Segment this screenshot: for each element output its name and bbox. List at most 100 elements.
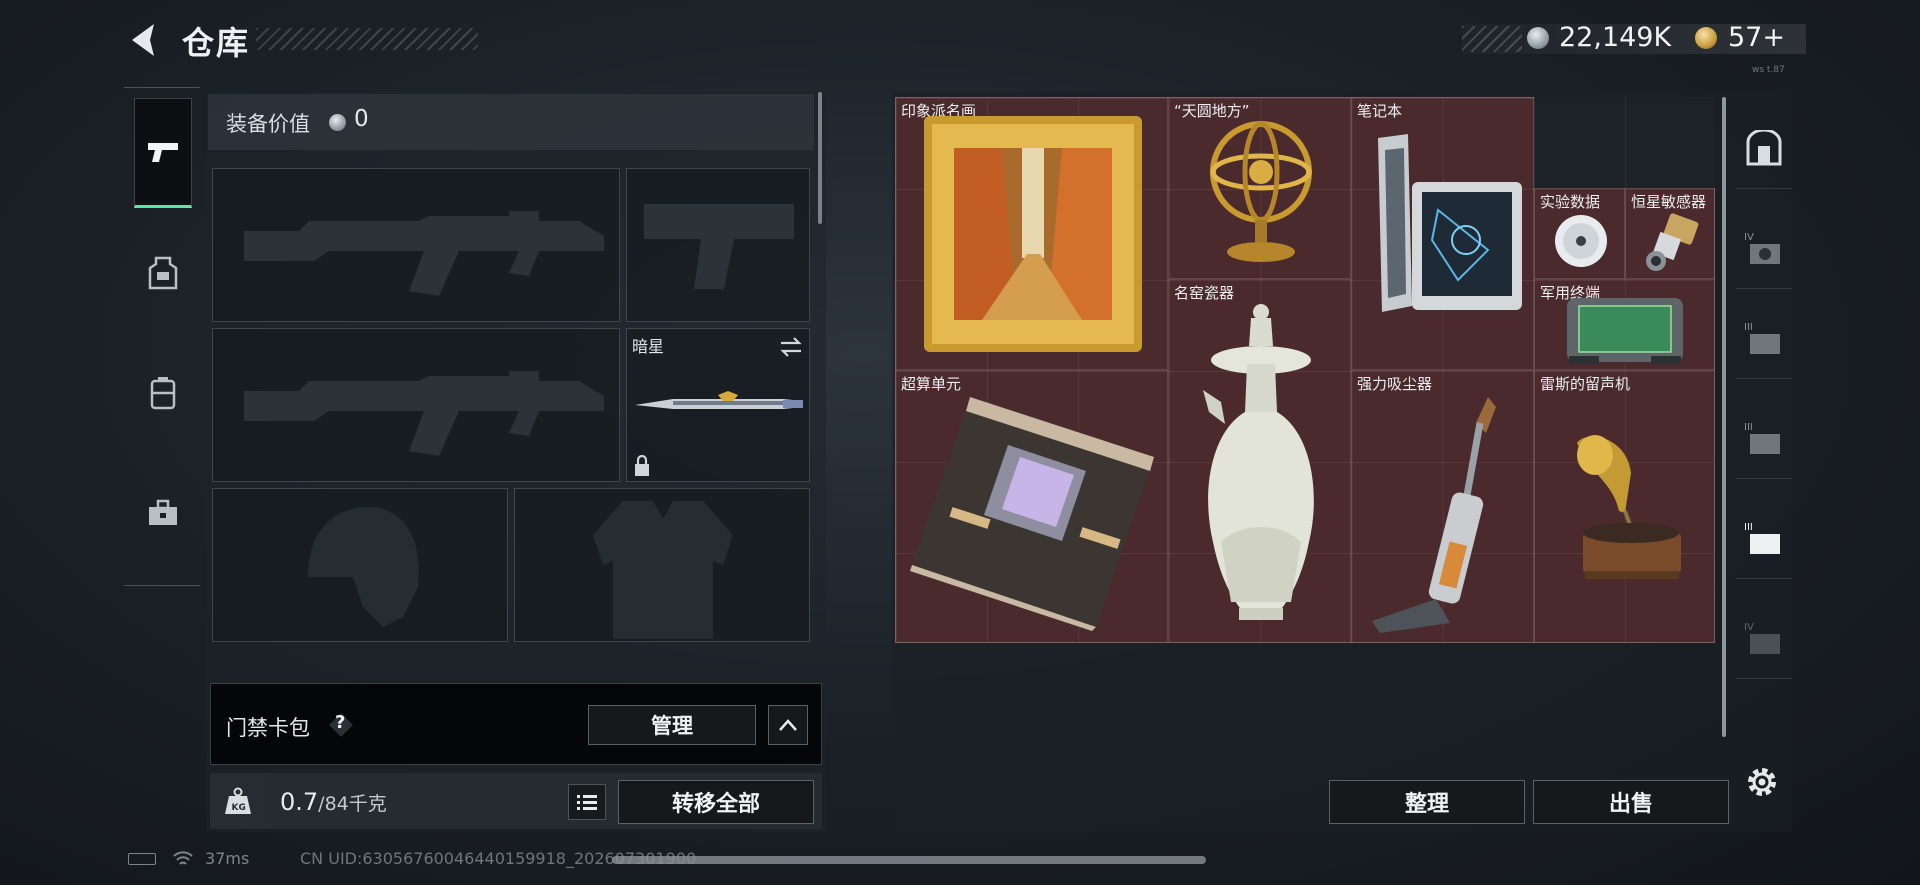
tier-iv-icon: IV <box>1744 622 1780 654</box>
armillary-sphere-icon <box>1210 121 1312 262</box>
vacuum-cleaner-icon <box>1372 397 1496 633</box>
silver-coin-icon <box>1527 27 1549 49</box>
storage-item[interactable]: 恒星敏感器 <box>1625 188 1715 279</box>
wifi-icon <box>173 851 193 865</box>
tab-backpack[interactable] <box>134 338 192 448</box>
item-name: 超算单元 <box>901 375 962 393</box>
carry-weight-current: 0.7 <box>280 788 319 816</box>
painting-icon <box>924 116 1142 352</box>
sidearm-slot[interactable] <box>626 168 810 322</box>
dark-star-knife-icon <box>635 391 803 409</box>
svg-text:III: III <box>1744 522 1753 533</box>
storage-item[interactable]: 实验数据 <box>1534 188 1625 279</box>
backpack-icon <box>150 377 176 410</box>
laptop-icon <box>1378 134 1522 312</box>
equipment-tabs <box>124 87 200 586</box>
melee-name: 暗星 <box>632 337 665 356</box>
sort-button[interactable]: 整理 <box>1329 780 1525 824</box>
empty-cells <box>1534 97 1715 188</box>
pistol-placeholder-icon <box>644 204 794 289</box>
secondary-weapon-slot[interactable] <box>212 328 620 482</box>
list-icon <box>577 795 597 810</box>
storage-filters: IV III III III IV <box>1736 100 1792 720</box>
money-amount: 22,149K <box>1559 22 1672 53</box>
rifle-placeholder-icon <box>244 211 604 296</box>
kg-weight-icon: KG <box>225 787 251 814</box>
toolbox-icon <box>149 499 177 525</box>
disc-icon <box>1555 215 1607 267</box>
transfer-all-button[interactable]: 转移全部 <box>618 780 814 824</box>
svg-text:IV: IV <box>1744 232 1754 243</box>
storage-item[interactable]: “天圆地方” <box>1168 97 1351 279</box>
tier-iii-icon: III <box>1744 422 1780 454</box>
item-name: 强力吸尘器 <box>1357 375 1433 393</box>
chevron-up-icon <box>779 719 797 731</box>
filter-tier-iv[interactable]: IV <box>1736 208 1792 289</box>
tab-toolbox[interactable] <box>134 458 192 568</box>
porcelain-vase-icon <box>1203 304 1314 620</box>
manage-button[interactable]: 管理 <box>588 705 756 745</box>
equipment-value: 0 <box>354 106 369 132</box>
version-text: ws t.87 <box>1752 65 1785 75</box>
gold-token-icon <box>1695 27 1717 49</box>
help-text: ? <box>335 712 346 733</box>
tab-weapons[interactable] <box>134 98 192 208</box>
rifle-placeholder-icon <box>244 371 604 456</box>
token-amount[interactable]: 57+ <box>1728 22 1785 53</box>
ping-text: 37ms <box>205 849 250 868</box>
filter-tier-iii-selected[interactable]: III <box>1736 498 1792 579</box>
swap-arrows-icon[interactable] <box>779 336 803 358</box>
storage-scrollbar[interactable] <box>1722 97 1726 737</box>
storage-item[interactable]: 雷斯的留声机 <box>1534 370 1715 643</box>
sell-button[interactable]: 出售 <box>1533 780 1729 824</box>
armor-vest-icon <box>148 256 178 290</box>
tier-iii-selected-icon: III <box>1744 522 1780 554</box>
filter-safebox[interactable] <box>1736 108 1792 189</box>
collapse-button[interactable] <box>768 705 808 745</box>
svg-text:III: III <box>1744 322 1753 333</box>
storage-item[interactable]: 超算单元 <box>895 370 1168 643</box>
military-terminal-icon <box>1567 298 1683 364</box>
svg-text:III: III <box>1744 422 1753 433</box>
helmet-slot[interactable] <box>212 488 508 642</box>
equipment-scrollbar[interactable] <box>818 92 822 224</box>
helmet-placeholder-icon <box>308 507 419 627</box>
gramophone-icon <box>1577 435 1681 579</box>
filter-tier-iv[interactable]: IV <box>1736 598 1792 679</box>
carry-weight-max: /84千克 <box>318 793 387 815</box>
title-decoration <box>256 28 478 50</box>
storage-item[interactable]: 名窑瓷器 <box>1168 279 1351 643</box>
svg-text:KG: KG <box>232 803 246 813</box>
item-name: 雷斯的留声机 <box>1540 375 1631 393</box>
storage-item[interactable]: 强力吸尘器 <box>1351 370 1534 643</box>
pistol-icon <box>148 143 178 162</box>
help-icon[interactable]: ? <box>328 712 354 738</box>
tier-iv-icon: IV <box>1744 232 1780 264</box>
star-sensor-icon <box>1646 213 1699 271</box>
filter-tier-iii[interactable]: III <box>1736 298 1792 379</box>
item-name: 恒星敏感器 <box>1631 193 1707 211</box>
primary-weapon-slot[interactable] <box>212 168 620 322</box>
body-armor-slot[interactable] <box>514 488 810 642</box>
currency-decoration <box>1462 26 1522 52</box>
back-arrow-icon[interactable] <box>124 20 164 60</box>
home-indicator[interactable] <box>612 856 1206 864</box>
list-view-button[interactable] <box>568 784 606 820</box>
filter-tier-iii[interactable]: III <box>1736 398 1792 479</box>
supercomputer-unit-icon <box>910 397 1154 631</box>
storage-item[interactable]: 印象派名画 <box>895 97 1168 370</box>
item-name: 名窑瓷器 <box>1174 284 1235 302</box>
settings-gear-icon[interactable] <box>1744 764 1780 800</box>
vest-placeholder-icon <box>593 501 733 639</box>
safebox-icon <box>1746 130 1782 166</box>
silver-coin-icon <box>329 114 346 131</box>
lock-icon <box>635 455 649 476</box>
battery-icon <box>128 853 156 865</box>
svg-text:IV: IV <box>1744 622 1754 633</box>
item-name: 笔记本 <box>1357 102 1403 120</box>
item-name: 实验数据 <box>1540 193 1601 211</box>
storage-item[interactable]: 笔记本 <box>1351 97 1534 370</box>
equipment-value-label: 装备价值 <box>226 112 310 136</box>
tab-armor[interactable] <box>134 218 192 328</box>
storage-item[interactable]: 军用终端 <box>1534 279 1715 370</box>
